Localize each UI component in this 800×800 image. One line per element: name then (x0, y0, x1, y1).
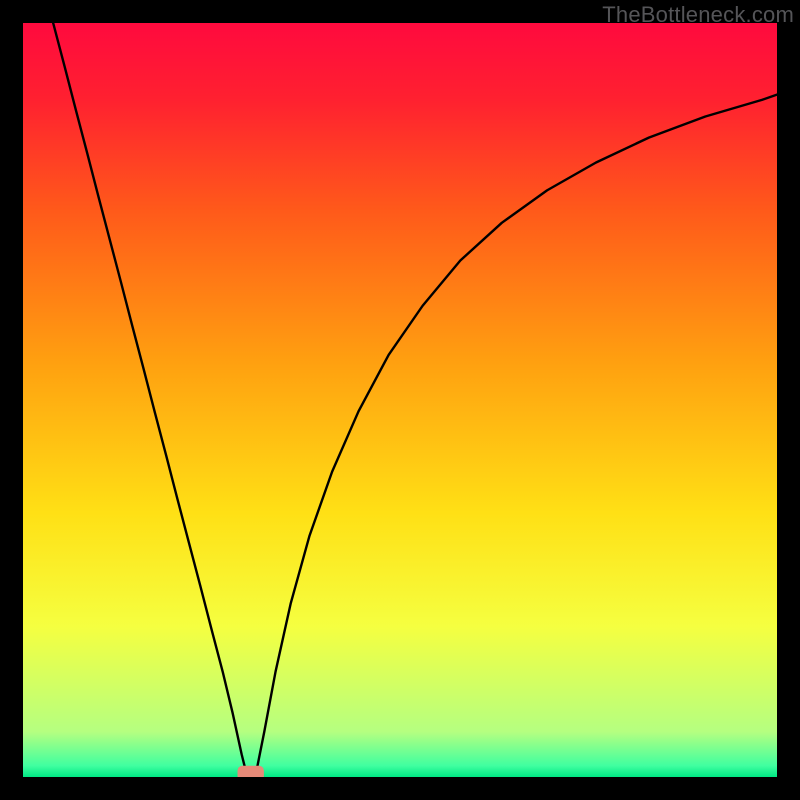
chart-background (23, 23, 777, 777)
minimum-marker (238, 766, 264, 777)
watermark-text: TheBottleneck.com (602, 2, 794, 28)
chart-frame (23, 23, 777, 777)
bottleneck-chart (23, 23, 777, 777)
